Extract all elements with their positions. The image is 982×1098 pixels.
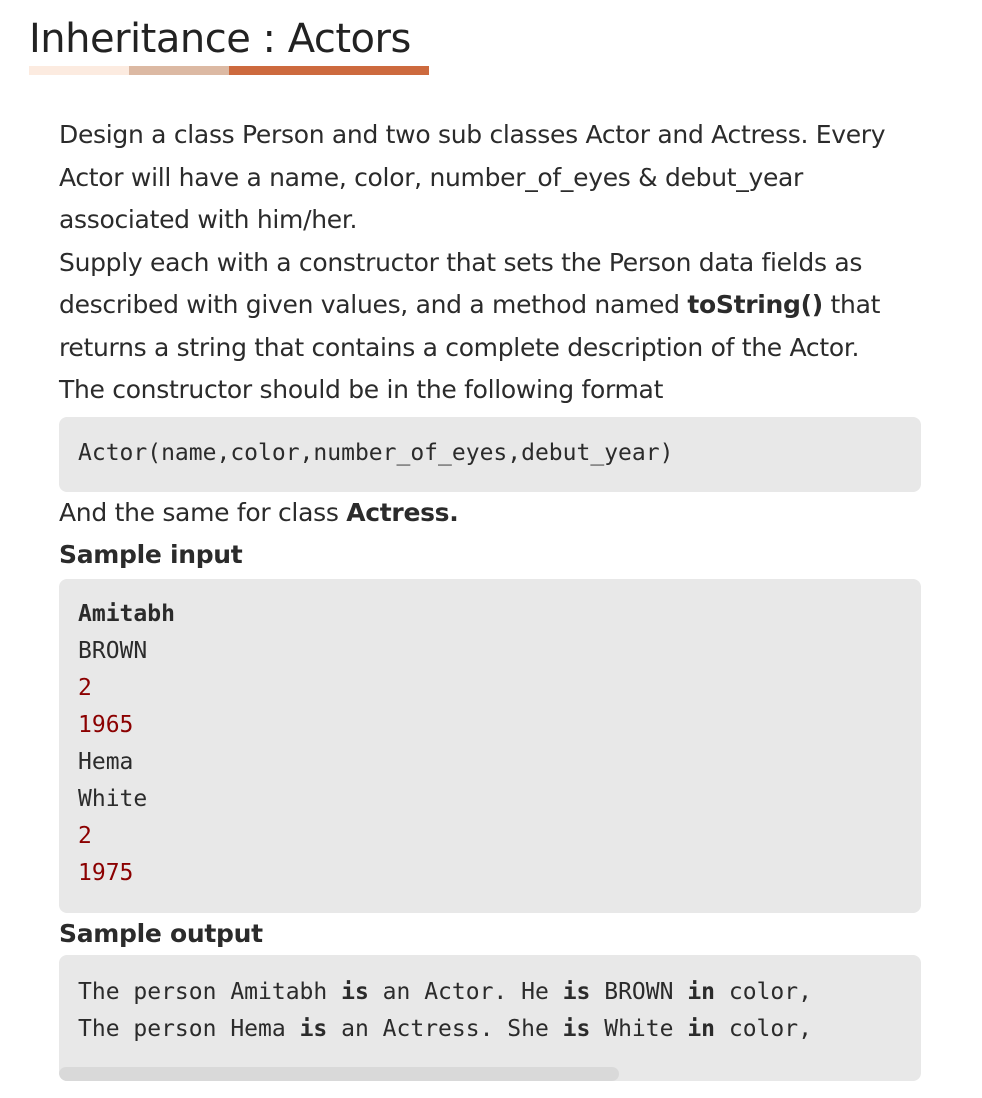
output-text: BROWN (590, 979, 688, 1005)
input-line: BROWN (78, 637, 148, 664)
output-keyword: in (687, 979, 716, 1005)
title-underline (29, 66, 429, 75)
input-line: 2 (78, 674, 92, 701)
horizontal-scrollbar[interactable] (59, 1067, 921, 1081)
underline-segment-light (29, 66, 129, 75)
sample-input-heading: Sample input (59, 540, 243, 569)
actress-class-name: Actress. (346, 497, 459, 527)
output-text: an Actor. He (368, 979, 563, 1005)
sample-output-block[interactable]: The person Amitabh is an Actor. He is BR… (59, 955, 921, 1081)
output-line: The person Hema is an Actress. She is Wh… (78, 1011, 902, 1048)
input-line: Hema (78, 748, 134, 775)
underline-segment-medium (129, 66, 229, 75)
output-line: The person Amitabh is an Actor. He is BR… (78, 974, 902, 1011)
description-paragraph-3: The constructor should be in the followi… (59, 375, 664, 404)
input-line: 1975 (78, 859, 134, 886)
description-paragraph-2: Supply each with a constructor that sets… (59, 242, 921, 370)
scrollbar-thumb[interactable] (59, 1067, 620, 1081)
output-keyword: is (562, 1016, 591, 1042)
output-text: color, (715, 1016, 812, 1042)
input-line: Amitabh (78, 600, 175, 627)
output-text: The person Hema (78, 1016, 300, 1042)
sample-input-block: Amitabh BROWN 2 1965 Hema White 2 1975 (59, 578, 921, 913)
output-keyword: is (562, 979, 591, 1005)
page-title: Inheritance : Actors (29, 16, 411, 62)
method-name: toString() (687, 290, 823, 319)
sample-output-heading: Sample output (59, 918, 263, 948)
same-for-actress: And the same for class Actress. (59, 492, 921, 535)
constructor-code-block: Actor(name,color,number_of_eyes,debut_ye… (59, 416, 921, 492)
output-keyword: is (299, 1016, 328, 1042)
input-line: 1965 (78, 711, 134, 738)
description-paragraph: Design a class Person and two sub classe… (59, 120, 886, 234)
output-text: color, (715, 979, 812, 1005)
input-line: White (78, 785, 148, 812)
same-for-text: And the same for class (59, 497, 347, 527)
code-line: Actor(name,color,number_of_eyes,debut_ye… (78, 439, 674, 466)
output-keyword: in (687, 1016, 716, 1042)
input-line: 2 (78, 822, 92, 849)
problem-content: Design a class Person and two sub classe… (59, 114, 921, 1081)
output-text: an Actress. She (327, 1016, 563, 1042)
output-keyword: is (341, 979, 369, 1005)
output-text: The person Amitabh (78, 979, 342, 1005)
underline-segment-dark (229, 66, 429, 75)
output-text: White (590, 1016, 688, 1042)
